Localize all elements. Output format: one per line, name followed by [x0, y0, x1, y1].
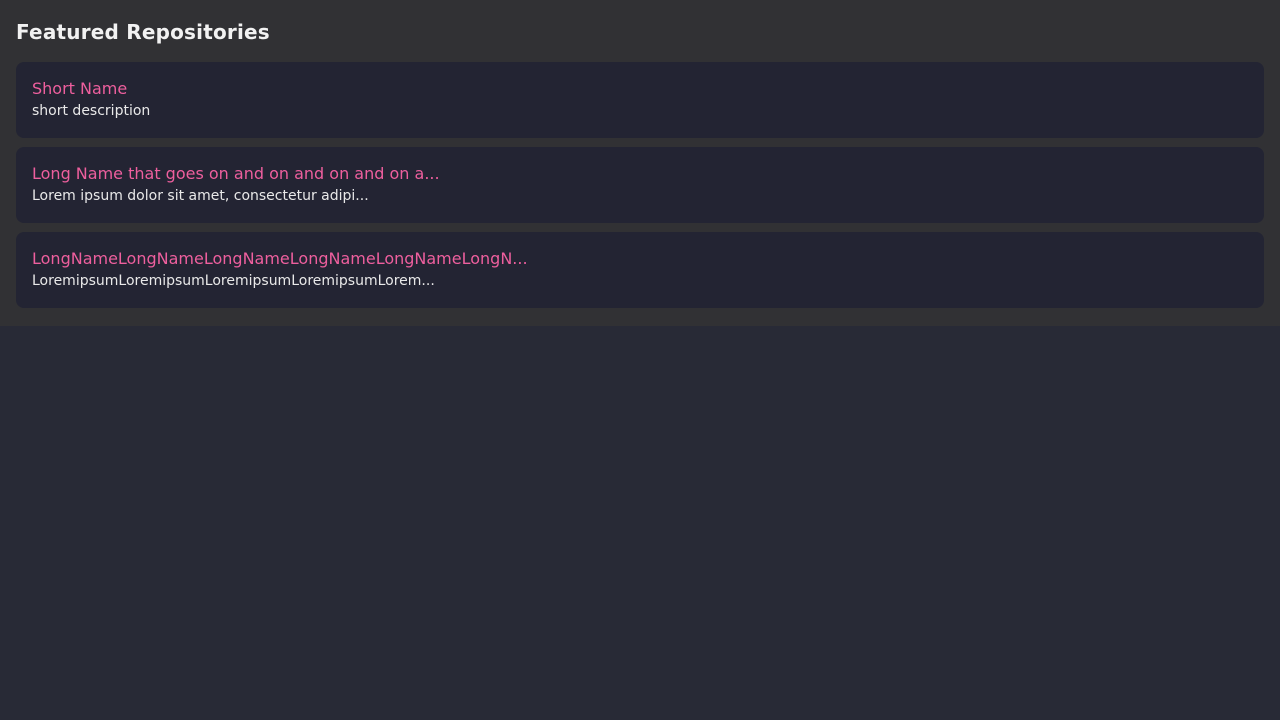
- repo-description: short description: [32, 100, 1248, 122]
- repo-card-list: Short Name short description Long Name t…: [16, 62, 1264, 308]
- repo-name-link[interactable]: Short Name: [32, 77, 1248, 100]
- repo-description: LoremipsumLoremipsumLoremipsumLoremipsum…: [32, 270, 1248, 292]
- featured-repositories-panel: Featured Repositories Short Name short d…: [0, 0, 1280, 326]
- repo-card[interactable]: Long Name that goes on and on and on and…: [16, 147, 1264, 223]
- repo-name-link[interactable]: LongNameLongNameLongNameLongNameLongName…: [32, 247, 1248, 270]
- repo-card[interactable]: Short Name short description: [16, 62, 1264, 138]
- repo-name-link[interactable]: Long Name that goes on and on and on and…: [32, 162, 1248, 185]
- repo-description: Lorem ipsum dolor sit amet, consectetur …: [32, 185, 1248, 207]
- page-title: Featured Repositories: [16, 20, 1264, 44]
- repo-card[interactable]: LongNameLongNameLongNameLongNameLongName…: [16, 232, 1264, 308]
